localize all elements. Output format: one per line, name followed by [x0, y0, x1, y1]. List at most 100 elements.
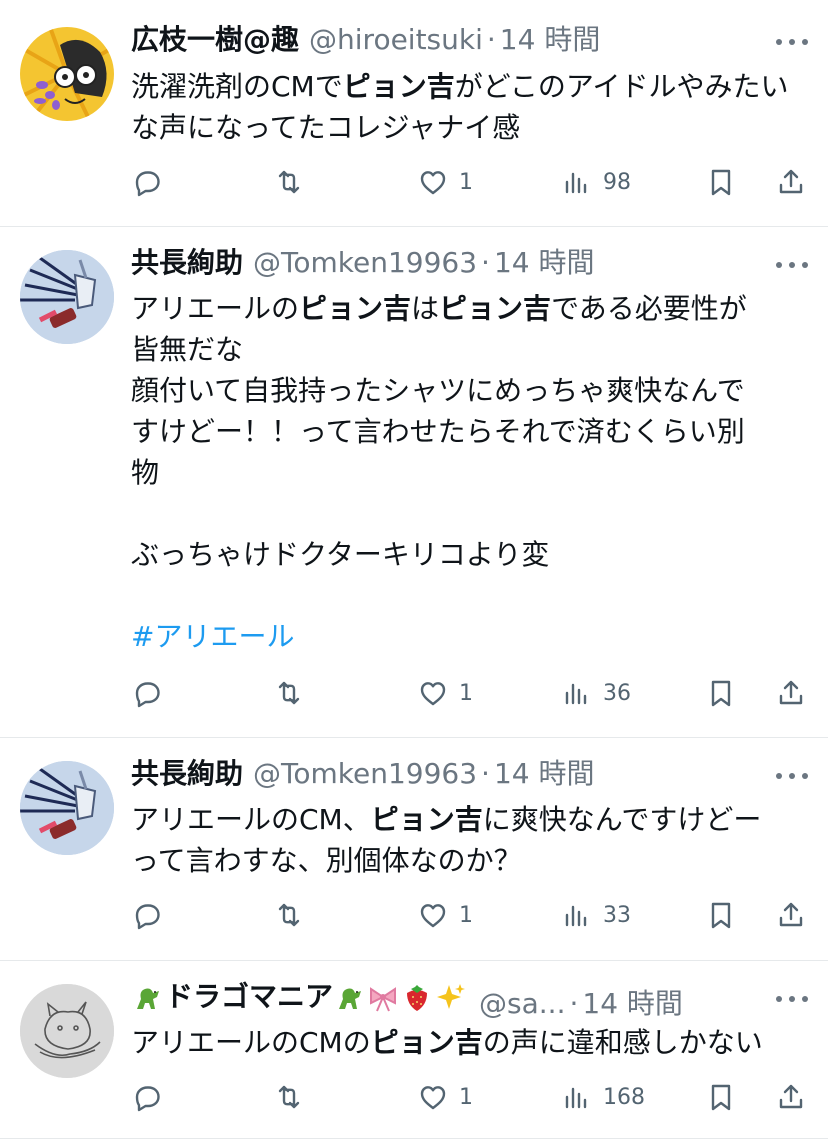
- avatar[interactable]: [20, 984, 114, 1078]
- share-button[interactable]: [775, 162, 807, 202]
- handle[interactable]: @Tomken19963: [253, 245, 477, 281]
- reply-button[interactable]: [131, 895, 163, 935]
- avatar[interactable]: [20, 27, 114, 121]
- views-icon: [565, 905, 587, 927]
- dinosaur-icon: [339, 988, 362, 1009]
- ribbon-icon: [370, 987, 397, 1012]
- heart-icon: [420, 904, 446, 928]
- share-button[interactable]: [775, 895, 807, 935]
- heart-icon: [420, 682, 446, 706]
- tweet-2[interactable]: 共長絢助 @Tomken19963 · 14 時間 アリエールのピョン吉はピョン…: [0, 227, 828, 737]
- share-icon: [779, 680, 803, 705]
- handle[interactable]: @Tomken19963: [253, 756, 477, 792]
- handle[interactable]: @sa...: [479, 986, 565, 1022]
- more-icon[interactable]: [776, 993, 808, 1005]
- separator: ·: [569, 987, 579, 1020]
- display-name[interactable]: 共長絢助: [131, 756, 243, 792]
- avatar-illustration: [20, 250, 114, 344]
- retweet-icon: [278, 903, 300, 927]
- views-button[interactable]: 33: [561, 895, 631, 935]
- separator: ·: [481, 757, 490, 790]
- action-bar: 1 36: [131, 673, 811, 713]
- handle[interactable]: @hiroeitsuki: [309, 22, 483, 58]
- timestamp[interactable]: 14 時間: [582, 986, 683, 1022]
- bookmark-icon: [711, 1084, 731, 1111]
- reply-button[interactable]: [131, 673, 163, 713]
- tweet-text: アリエールのCMのピョン吉の声に違和感しかない: [131, 1026, 763, 1059]
- retweet-button[interactable]: [273, 1077, 305, 1117]
- bookmark-icon: [711, 902, 731, 929]
- like-button[interactable]: 1: [417, 1077, 473, 1117]
- action-bar: 1 33: [131, 895, 811, 935]
- retweet-button[interactable]: [273, 162, 305, 202]
- separator: ·: [486, 23, 496, 56]
- avatar[interactable]: [20, 761, 114, 855]
- display-name[interactable]: 広枝一樹@趣: [131, 22, 299, 58]
- timestamp[interactable]: 14 時間: [494, 756, 595, 792]
- like-count: 1: [459, 169, 473, 195]
- display-name[interactable]: 共長絢助: [131, 245, 243, 281]
- bookmark-icon: [711, 169, 731, 196]
- tweet-text: 洗濯洗剤のCMでピョン吉がどこのアイドルやみたい な声になってたコレジャナイ感: [131, 70, 789, 144]
- views-icon: [565, 1087, 587, 1109]
- retweet-icon: [278, 1085, 300, 1109]
- action-bar: 1 98: [131, 162, 811, 202]
- avatar[interactable]: [20, 250, 114, 344]
- reply-icon: [135, 171, 160, 197]
- tweet-header: ドラゴマニア @sa... · 14 時間: [131, 979, 683, 1022]
- retweet-icon: [278, 170, 300, 194]
- retweet-button[interactable]: [273, 673, 305, 713]
- reply-icon: [135, 682, 160, 708]
- tweet-header: 広枝一樹@趣 @hiroeitsuki · 14 時間: [131, 22, 600, 58]
- like-count: 1: [459, 902, 473, 928]
- avatar-illustration: [20, 761, 114, 855]
- like-count: 1: [459, 680, 473, 706]
- divider: [0, 1138, 828, 1139]
- separator: ·: [481, 246, 490, 279]
- heart-icon: [420, 1086, 446, 1110]
- bookmark-button[interactable]: [705, 895, 737, 935]
- views-button[interactable]: 168: [561, 1077, 645, 1117]
- view-count: 168: [603, 1084, 645, 1110]
- share-icon: [779, 902, 803, 927]
- share-icon: [779, 169, 803, 194]
- sparkles-icon: [437, 984, 466, 1009]
- view-count: 98: [603, 169, 631, 195]
- share-icon: [779, 1084, 803, 1109]
- tweet-text: アリエールのピョン吉はピョン吉である必要性が 皆無だな 顔付いて自我持ったシャツ…: [131, 292, 747, 653]
- share-button[interactable]: [775, 1077, 807, 1117]
- like-button[interactable]: 1: [417, 162, 473, 202]
- tweet-1[interactable]: 広枝一樹@趣 @hiroeitsuki · 14 時間 洗濯洗剤のCMでピョン吉…: [0, 0, 828, 226]
- more-icon[interactable]: [776, 770, 808, 782]
- bookmark-button[interactable]: [705, 673, 737, 713]
- like-button[interactable]: 1: [417, 895, 473, 935]
- reply-button[interactable]: [131, 162, 163, 202]
- avatar-illustration: [20, 27, 114, 121]
- tweet-header: 共長絢助 @Tomken19963 · 14 時間: [131, 245, 594, 281]
- like-button[interactable]: 1: [417, 673, 473, 713]
- share-button[interactable]: [775, 673, 807, 713]
- action-bar: 1 168: [131, 1077, 811, 1117]
- tweet-text: アリエールのCM、ピョン吉に爽快なんですけどー って言わすな、別個体なのか？: [131, 803, 762, 877]
- timestamp[interactable]: 14 時間: [500, 22, 601, 58]
- more-icon[interactable]: [776, 259, 808, 271]
- bookmark-button[interactable]: [705, 1077, 737, 1117]
- reply-button[interactable]: [131, 1077, 163, 1117]
- views-icon: [565, 172, 587, 194]
- heart-icon: [420, 171, 446, 195]
- views-button[interactable]: 98: [561, 162, 631, 202]
- timestamp[interactable]: 14 時間: [494, 245, 595, 281]
- reply-icon: [135, 1086, 160, 1112]
- views-button[interactable]: 36: [561, 673, 631, 713]
- view-count: 33: [603, 902, 631, 928]
- bookmark-button[interactable]: [705, 162, 737, 202]
- tweet-4[interactable]: ドラゴマニア @sa... · 14 時間 アリエールのCMのピョン吉の声に違和…: [0, 961, 828, 1141]
- retweet-button[interactable]: [273, 895, 305, 935]
- more-icon[interactable]: [776, 36, 808, 48]
- bookmark-icon: [711, 680, 731, 707]
- tweet-3[interactable]: 共長絢助 @Tomken19963 · 14 時間 アリエールのCM、ピョン吉に…: [0, 738, 828, 960]
- strawberry-icon: [407, 985, 428, 1011]
- hashtag-link[interactable]: #アリエール: [131, 620, 294, 653]
- views-icon: [565, 683, 587, 705]
- display-name[interactable]: ドラゴマニア: [131, 979, 469, 1015]
